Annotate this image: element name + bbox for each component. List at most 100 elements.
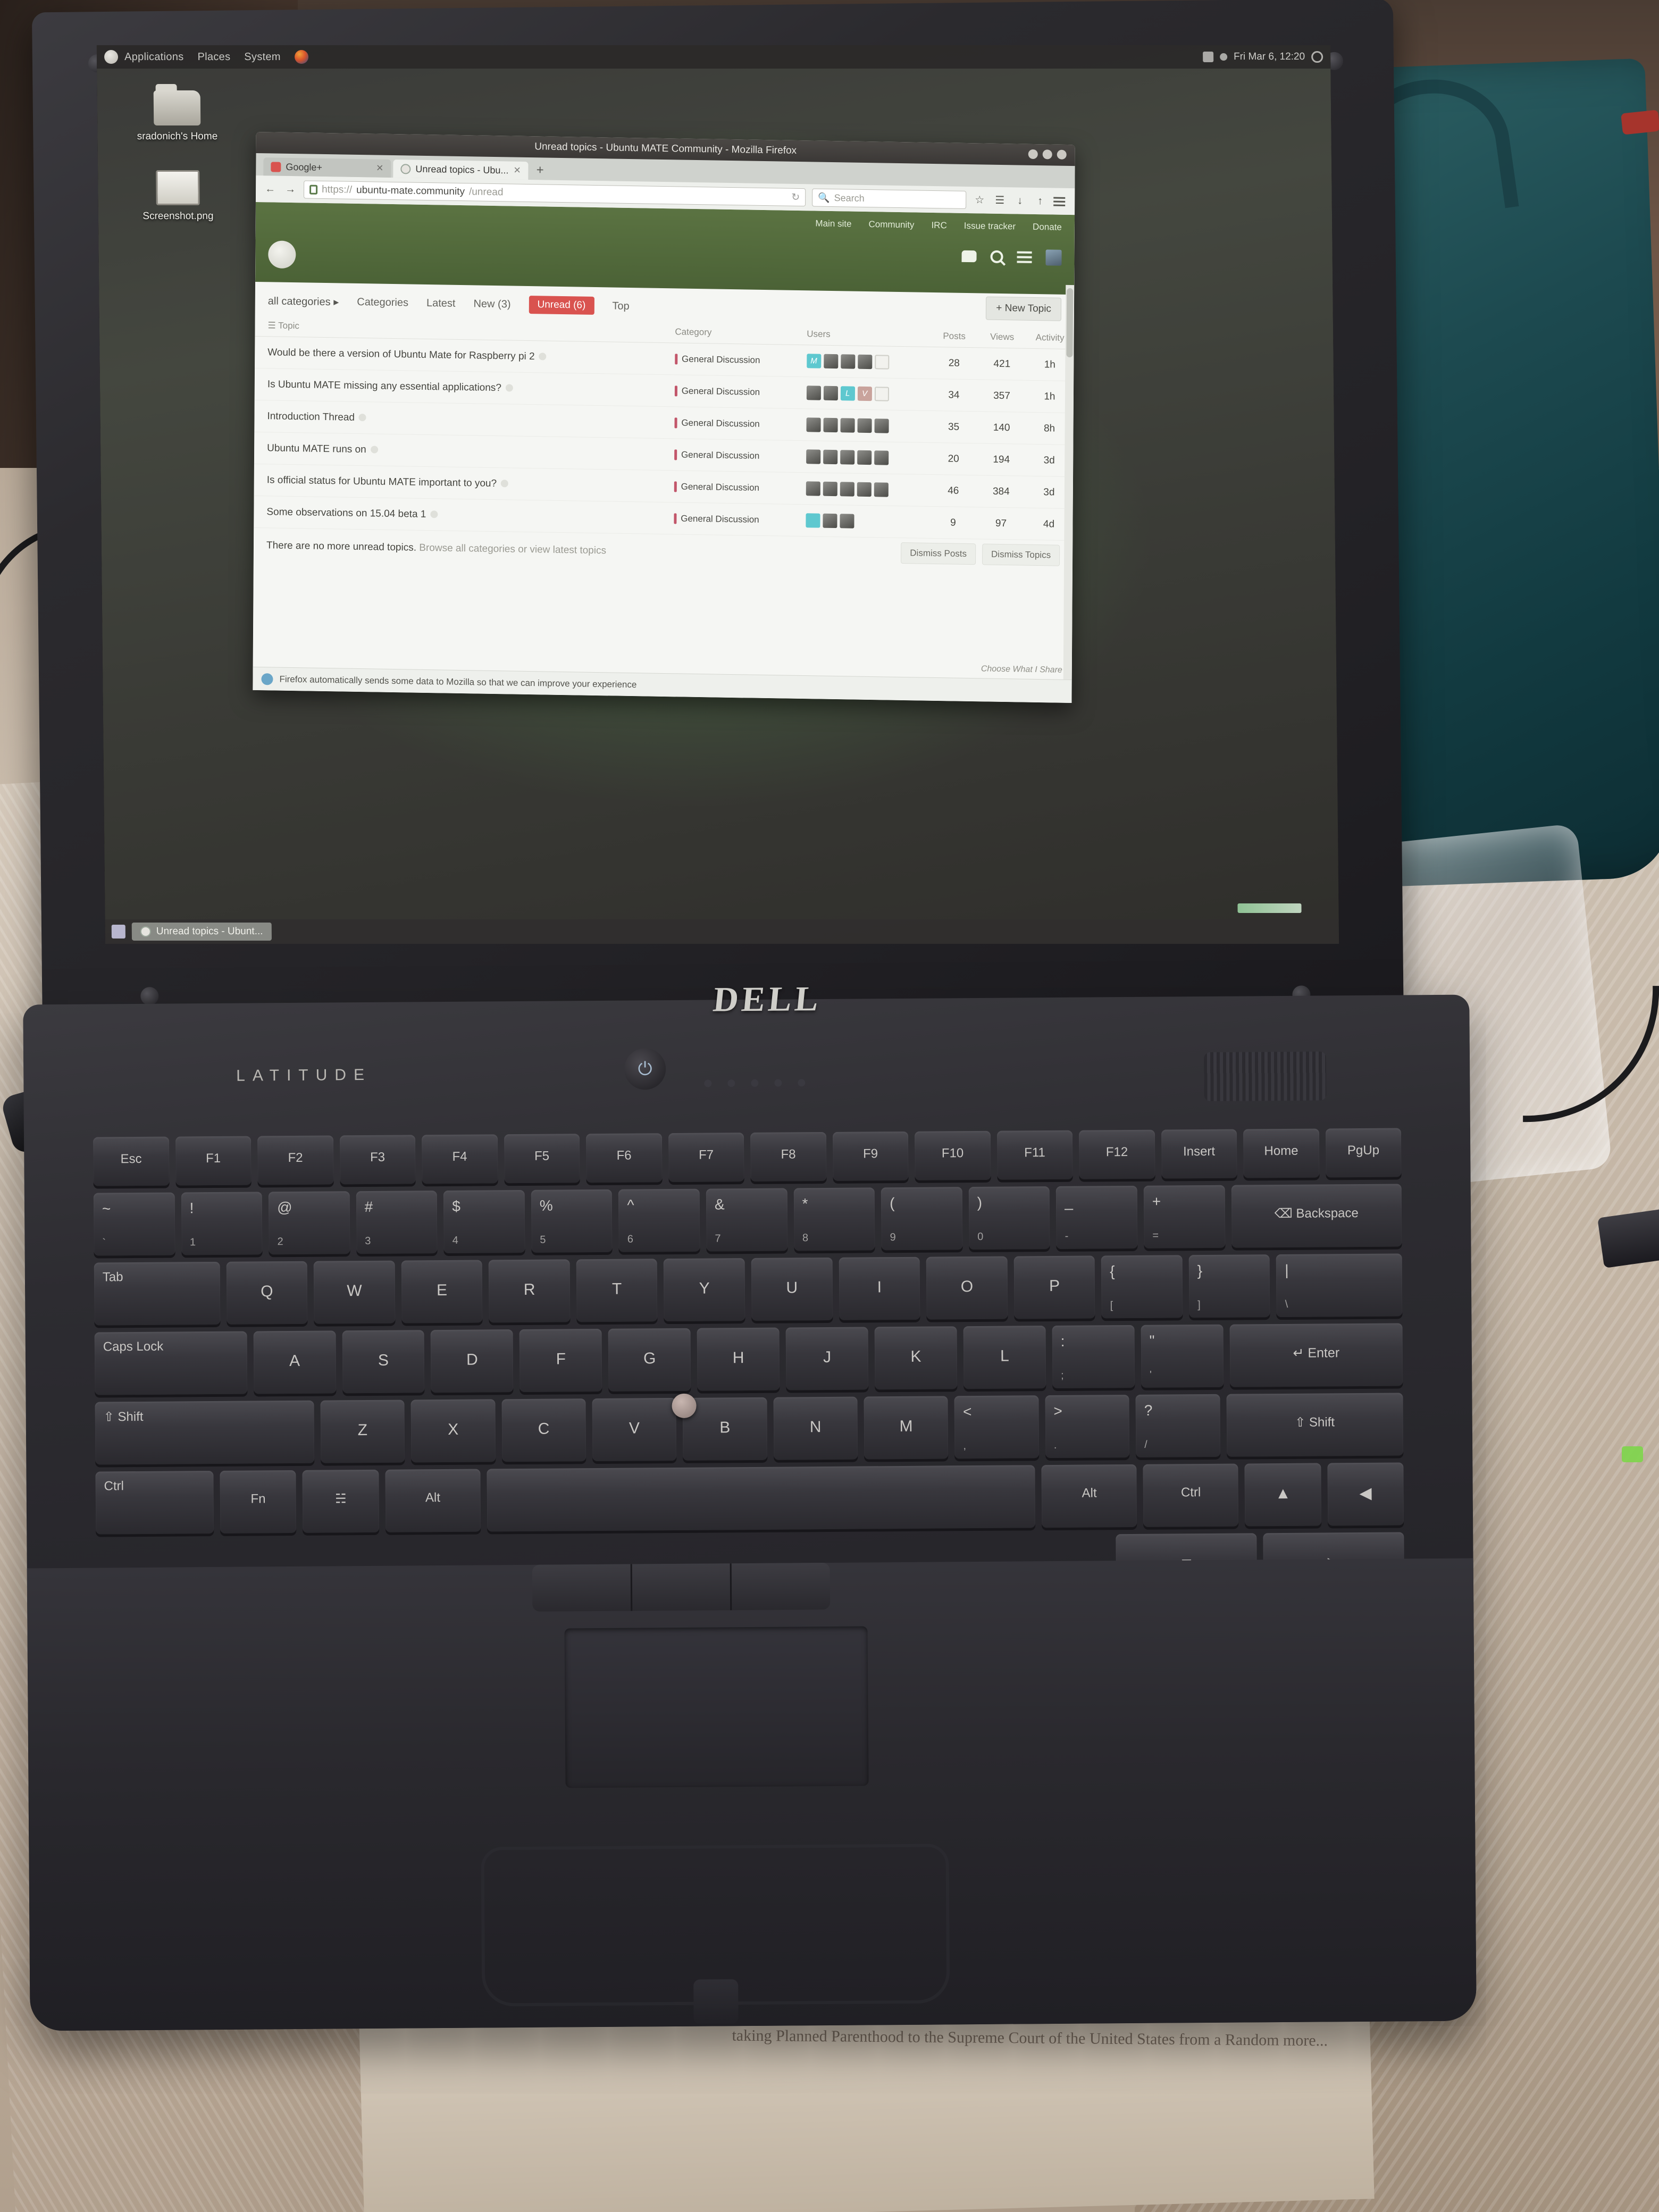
dismiss-posts-button[interactable]: Dismiss Posts [901, 542, 976, 565]
key-i[interactable]: I [839, 1256, 920, 1320]
tab-unread-topics[interactable]: Unread topics - Ubu... ✕ [393, 160, 529, 180]
key-e[interactable]: E [401, 1260, 483, 1323]
avatar[interactable] [857, 418, 872, 433]
avatar[interactable] [874, 387, 889, 401]
key-f[interactable]: F [519, 1328, 602, 1393]
key-f8[interactable]: F8 [750, 1132, 827, 1182]
site-nav[interactable]: Main site Community IRC Issue tracker Do… [815, 219, 1062, 233]
key-m[interactable]: M [864, 1396, 949, 1460]
key-3[interactable]: #3 [356, 1191, 438, 1254]
tab-google-plus[interactable]: Google+ ✕ [263, 157, 391, 178]
key-r[interactable]: R [488, 1259, 571, 1323]
key-grave[interactable]: ~ ` [93, 1192, 175, 1256]
power-icon[interactable] [1311, 51, 1323, 63]
touchpad-buttons[interactable] [532, 1562, 831, 1612]
category-cell[interactable]: General Discussion [669, 438, 802, 473]
desktop-icon-home[interactable]: sradonich's Home [127, 90, 228, 143]
key-9[interactable]: (9 [881, 1187, 963, 1251]
key-minus[interactable]: _ - [1056, 1185, 1138, 1249]
key-g[interactable]: G [608, 1328, 691, 1392]
key-v[interactable]: V [592, 1397, 677, 1462]
key-home[interactable]: Home [1243, 1128, 1320, 1178]
category-selector[interactable]: all categories ▸ [268, 294, 339, 308]
menu-logo-icon[interactable] [104, 50, 119, 64]
key-5[interactable]: % 5 [531, 1189, 613, 1253]
avatar[interactable]: V [857, 386, 872, 401]
desktop-icon-screenshot[interactable]: Screenshot.png [127, 170, 229, 222]
taskbar-window-button[interactable]: Unread topics - Ubunt... [131, 922, 272, 941]
key-f9[interactable]: F9 [832, 1131, 909, 1181]
avatar[interactable] [823, 417, 838, 433]
site-menu-icon[interactable] [1017, 251, 1032, 263]
key-6[interactable]: ^ 6 [618, 1188, 700, 1252]
key-f7[interactable]: F7 [668, 1133, 744, 1183]
key-backspace[interactable]: ⌫ Backspace [1231, 1184, 1402, 1248]
url-bar[interactable]: https://ubuntu-mate.community/unread ↻ [304, 180, 806, 207]
avatar[interactable] [806, 386, 821, 400]
key-h[interactable]: H [697, 1327, 780, 1391]
key-c[interactable]: C [501, 1398, 586, 1462]
key-equals[interactable]: + = [1143, 1185, 1226, 1249]
category-cell[interactable]: General Discussion [669, 470, 802, 505]
avatar[interactable]: L [840, 386, 855, 401]
avatar[interactable] [823, 386, 838, 401]
category-cell[interactable]: General Discussion [669, 502, 802, 537]
key-f12[interactable]: F12 [1078, 1129, 1155, 1179]
touchpad-middle-button[interactable] [632, 1563, 732, 1611]
key-a[interactable]: A [253, 1330, 336, 1394]
mate-top-panel[interactable]: Applications Places System Fri Mar 6, 12… [96, 45, 1331, 69]
key-f1[interactable]: F1 [175, 1136, 252, 1186]
key-fn[interactable]: Fn [220, 1470, 297, 1534]
avatar[interactable] [840, 514, 854, 529]
key-j[interactable]: J [785, 1327, 869, 1390]
trackpoint-nub[interactable] [672, 1393, 697, 1419]
filter-new[interactable]: New (3) [473, 298, 510, 311]
lid-latch[interactable] [481, 1844, 950, 2007]
key-insert[interactable]: Insert [1161, 1129, 1237, 1179]
panel-clock[interactable]: Fri Mar 6, 12:20 [1234, 51, 1305, 63]
key-7[interactable]: & 7 [706, 1188, 788, 1252]
new-tab-button[interactable]: + [531, 163, 550, 180]
share-icon[interactable]: ↑ [1033, 194, 1047, 208]
category-cell[interactable]: General Discussion [670, 406, 802, 441]
avatar[interactable] [823, 513, 837, 529]
avatar[interactable] [823, 449, 837, 465]
key-4[interactable]: $4 [443, 1189, 525, 1254]
key-tab[interactable]: Tab [94, 1261, 221, 1326]
avatar[interactable] [823, 354, 839, 369]
key-bracket-right[interactable]: }] [1188, 1254, 1270, 1318]
mate-taskbar[interactable]: Unread topics - Ubunt... [105, 919, 1339, 944]
key-super[interactable]: ☵ [302, 1469, 379, 1533]
user-avatar[interactable] [1045, 249, 1062, 266]
tab-close-icon[interactable]: ✕ [376, 163, 383, 174]
avatar[interactable] [806, 513, 820, 528]
forward-icon[interactable]: → [283, 182, 297, 196]
key-shift-right[interactable]: ⇧ Shift [1226, 1393, 1404, 1457]
key-f11[interactable]: F11 [996, 1130, 1073, 1180]
browse-categories-link[interactable]: Browse all categories [419, 542, 515, 555]
avatar[interactable] [823, 481, 837, 497]
nav-issue-tracker[interactable]: Issue tracker [964, 221, 1016, 232]
key-y[interactable]: Y [664, 1258, 745, 1322]
key-l[interactable]: L [963, 1326, 1046, 1389]
key-arrow-up[interactable]: ▲ [1244, 1463, 1321, 1527]
power-button[interactable]: ⏻ [624, 1048, 666, 1090]
key-esc[interactable]: Esc [93, 1136, 170, 1186]
key-pageup[interactable]: PgUp [1325, 1128, 1402, 1178]
key-f6[interactable]: F6 [586, 1133, 663, 1183]
menu-applications[interactable]: Applications [124, 51, 184, 63]
avatar[interactable] [874, 450, 889, 465]
column-posts[interactable]: Posts [930, 325, 978, 348]
nav-irc[interactable]: IRC [931, 220, 946, 231]
key-comma[interactable]: <, [954, 1395, 1040, 1459]
key-space[interactable] [487, 1465, 1036, 1532]
key-k[interactable]: K [874, 1326, 958, 1390]
key-semicolon[interactable]: :; [1052, 1325, 1135, 1389]
show-desktop-icon[interactable] [111, 924, 125, 939]
key-1[interactable]: ! 1 [181, 1192, 263, 1255]
key-t[interactable]: T [576, 1259, 658, 1322]
ubuntu-mate-logo-icon[interactable] [268, 240, 296, 269]
key-n[interactable]: N [773, 1396, 858, 1460]
notifications-icon[interactable] [961, 250, 977, 263]
key-s[interactable]: S [342, 1330, 425, 1394]
